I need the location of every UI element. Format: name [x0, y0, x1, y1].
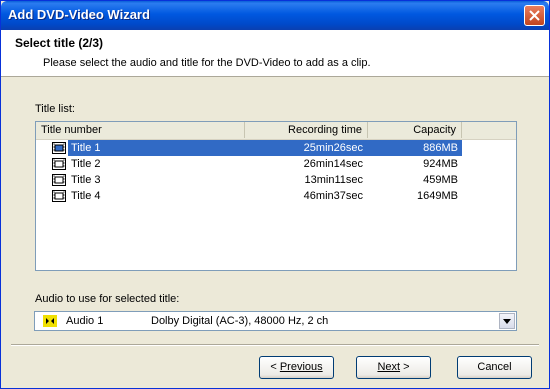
table-row[interactable]: Title 1 25min26sec 886MB [36, 140, 462, 156]
wizard-header: Select title (2/3) Please select the aud… [1, 30, 549, 77]
column-title-number[interactable]: Title number [36, 122, 245, 138]
wizard-window: Add DVD-Video Wizard Select title (2/3) … [0, 0, 550, 389]
previous-label: Previous [279, 361, 323, 373]
list-header: Title number Recording time Capacity [36, 122, 516, 140]
row-time: 46min37sec [303, 190, 363, 202]
row-capacity: 886MB [423, 142, 458, 154]
previous-button[interactable]: < Previous [259, 356, 334, 379]
row-title: Title 3 [71, 174, 101, 186]
audio-name: Audio 1 [66, 315, 104, 327]
film-icon [52, 190, 66, 202]
film-icon [52, 174, 66, 186]
row-capacity: 459MB [423, 174, 458, 186]
row-capacity: 1649MB [417, 190, 458, 202]
next-label: Next [377, 361, 401, 373]
film-icon [52, 142, 66, 154]
film-icon [52, 158, 66, 170]
separator [11, 344, 539, 346]
cancel-button[interactable]: Cancel [457, 356, 532, 379]
dropdown-button[interactable] [499, 313, 515, 329]
step-title: Select title (2/3) [15, 36, 104, 50]
table-row[interactable]: Title 4 46min37sec 1649MB [36, 188, 462, 204]
audio-select[interactable]: Audio 1 Dolby Digital (AC-3), 48000 Hz, … [34, 311, 517, 331]
title-list-label: Title list: [35, 103, 75, 115]
window-title: Add DVD-Video Wizard [8, 7, 150, 22]
table-row[interactable]: Title 2 26min14sec 924MB [36, 156, 462, 172]
chevron-down-icon [503, 319, 511, 324]
row-time: 25min26sec [303, 142, 363, 154]
row-title: Title 2 [71, 158, 101, 170]
audio-icon [43, 315, 57, 327]
step-description: Please select the audio and title for th… [43, 57, 371, 69]
title-bar[interactable]: Add DVD-Video Wizard [1, 1, 549, 30]
column-capacity[interactable]: Capacity [368, 122, 462, 138]
table-row[interactable]: Title 3 13min11sec 459MB [36, 172, 462, 188]
row-title: Title 4 [71, 190, 101, 202]
row-capacity: 924MB [423, 158, 458, 170]
next-button[interactable]: Next > [356, 356, 431, 379]
close-button[interactable] [524, 5, 545, 26]
title-list[interactable]: Title number Recording time Capacity Tit… [35, 121, 517, 271]
row-title: Title 1 [71, 142, 101, 154]
audio-label: Audio to use for selected title: [35, 293, 180, 305]
row-time: 13min11sec [304, 174, 364, 186]
column-recording-time[interactable]: Recording time [245, 122, 368, 138]
row-time: 26min14sec [303, 158, 363, 170]
close-icon [529, 10, 540, 21]
audio-format: Dolby Digital (AC-3), 48000 Hz, 2 ch [151, 315, 329, 327]
